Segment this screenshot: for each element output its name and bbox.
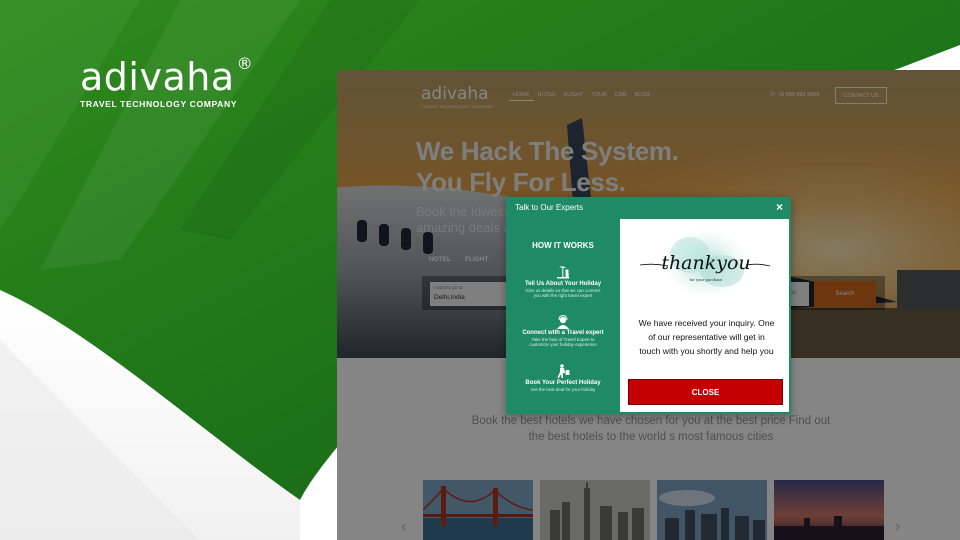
brand-name: adivaha [80, 55, 235, 99]
registered-mark: ® [236, 54, 254, 73]
message-line2: of our representative will get in [648, 331, 765, 342]
step-desc: Give us details so that we can connect y… [506, 288, 620, 298]
traveler-icon [557, 364, 570, 378]
step-desc: Get the best deal for your holiday [506, 387, 620, 392]
step-tell-us: Tell Us About Your Holiday Give us detai… [506, 266, 620, 298]
step-book-holiday: Book Your Perfect Holiday Get the best d… [506, 364, 620, 392]
step-desc-line1: Get the best deal for your holiday [530, 387, 596, 392]
talk-to-experts-modal: Talk to Our Experts × HOW IT WORKS Tell … [506, 197, 791, 414]
step-title: Book Your Perfect Holiday [525, 380, 601, 386]
thankyou-script-text: thankyou [661, 252, 750, 274]
how-it-works-title: HOW IT WORKS [532, 241, 594, 250]
brand-tagline: TRAVEL TECHNOLOGY COMPANY [80, 99, 238, 109]
step-connect-expert: Connect with a Travel expert Take the he… [506, 315, 620, 347]
step-title: Connect with a Travel expert [522, 330, 604, 336]
message-line3: touch with you shortly and help you [639, 345, 774, 356]
modal-title: Talk to Our Experts [515, 203, 584, 212]
brand-logo: adivaha ® TRAVEL TECHNOLOGY COMPANY [80, 55, 253, 110]
thank-you-message: We have received your inquiry. One of ou… [632, 317, 781, 358]
brand-name-row: adivaha ® [80, 55, 253, 99]
step-title: Tell Us About Your Holiday [524, 281, 602, 287]
holiday-icon [557, 266, 569, 279]
close-icon[interactable]: × [776, 200, 783, 214]
message-line1: We have received your inquiry. One [638, 318, 775, 328]
step-desc-line2: you with the right travel expert [533, 293, 593, 299]
thank-you-panel: thankyou for your purchase We have recei… [620, 219, 789, 412]
expert-icon [557, 315, 569, 329]
step-desc: Take the help of Travel Expert to custom… [506, 337, 620, 347]
close-button[interactable]: CLOSE [628, 379, 783, 405]
thankyou-small-text: for your purchase [690, 278, 723, 282]
step-desc-line2: customize your holiday experience [529, 342, 597, 348]
thank-you-graphic: thankyou for your purchase [639, 229, 771, 297]
